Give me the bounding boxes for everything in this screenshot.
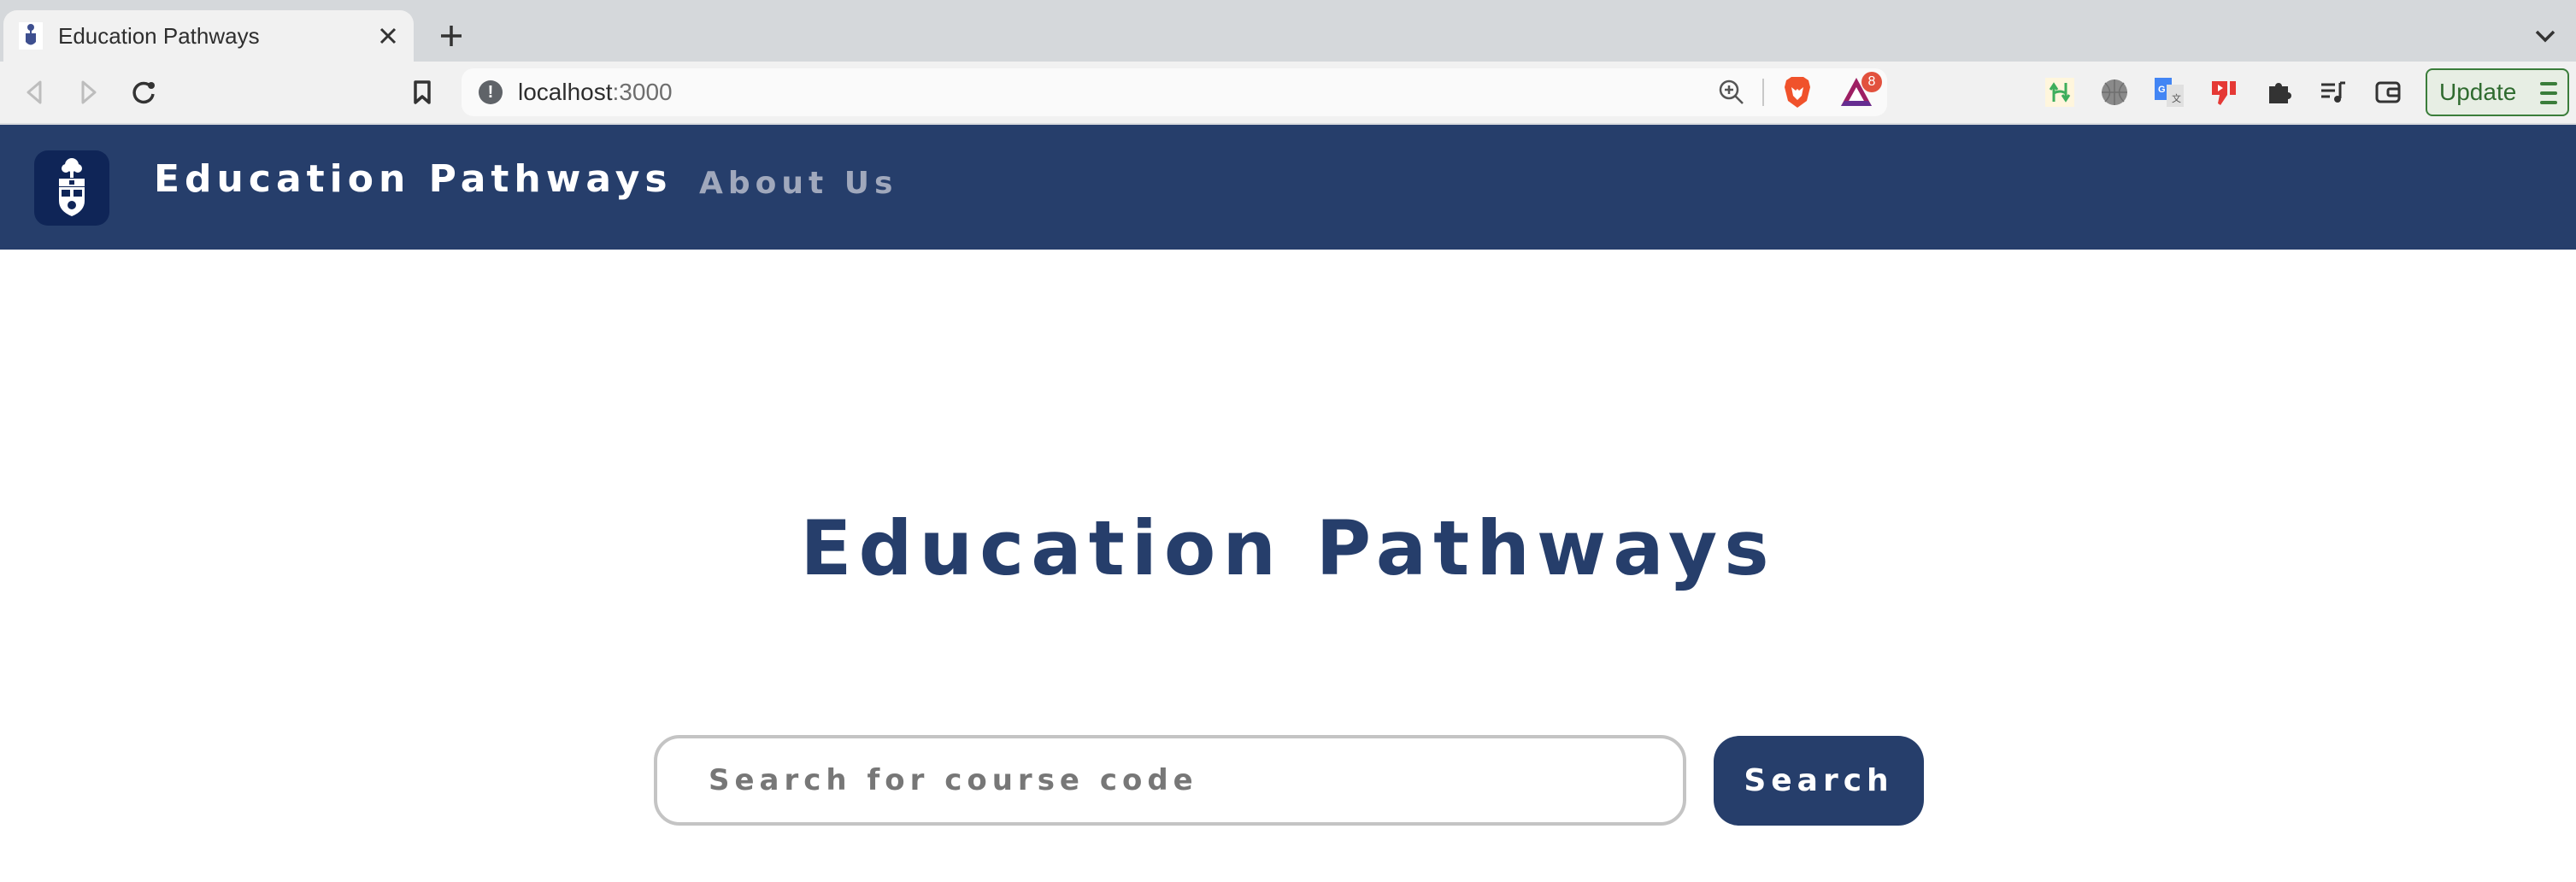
new-tab-button[interactable] [434,19,468,53]
reading-list-icon [2321,81,2345,103]
rewards-badge: 8 [1861,72,1882,92]
university-crest-icon [59,158,85,216]
brave-lion-icon[interactable] [1781,75,1814,109]
university-crest-icon [19,22,43,50]
forward-arrow-icon [81,80,97,104]
reading-list-button[interactable] [2316,75,2350,109]
basketball-grey-icon [2102,79,2127,105]
chevron-down-icon [2535,30,2555,43]
browser-toolbar: ! localhost:3000 8 G文 [0,62,2576,125]
brave-rewards-icon[interactable]: 8 [1839,72,1882,109]
extension-translate[interactable]: G文 [2152,75,2186,109]
red-dislike-icon [2212,81,2236,105]
search-button[interactable]: Search [1714,736,1924,826]
tab-title: Education Pathways [58,22,260,49]
zoom-in-icon[interactable] [1718,79,1745,106]
wallet-button[interactable] [2371,75,2405,109]
back-arrow-icon [26,80,42,104]
tampermonkey-like-green-icon [2045,78,2074,107]
extension-dislike[interactable] [2207,75,2241,109]
extensions-menu-button[interactable] [2261,75,2296,109]
back-button[interactable] [17,75,51,109]
browser-tab-strip: Education Pathways [0,0,2576,62]
not-secure-info-icon[interactable]: ! [479,80,503,104]
nav-link-about-us[interactable]: About Us [699,166,897,201]
home-logo-link[interactable] [34,150,109,226]
wallet-icon [2375,81,2401,103]
svg-text:G: G [2158,85,2166,95]
reload-button[interactable] [126,75,161,109]
tab-search-button[interactable] [2528,19,2562,53]
url-divider [1762,79,1764,106]
browser-tab-active[interactable]: Education Pathways [3,10,414,62]
app-navbar: Education Pathways About Us [0,125,2576,250]
navbar-title[interactable]: Education Pathways [154,157,673,201]
close-icon[interactable] [374,22,402,50]
extension-green-arrows[interactable] [2043,75,2077,109]
url-host: localhost [518,79,613,105]
forward-button[interactable] [72,75,106,109]
google-translate-icon: G文 [2155,78,2184,107]
page-title: Education Pathways [800,504,1776,592]
url-text[interactable]: localhost:3000 [518,79,673,106]
update-label: Update [2439,79,2517,105]
address-bar[interactable]: ! localhost:3000 8 [462,68,1887,116]
url-port: :3000 [612,79,673,105]
svg-text:文: 文 [2172,92,2181,104]
plus-icon [441,26,462,46]
puzzle-extensions-icon [2269,83,2291,103]
hamburger-menu-icon [2540,82,2557,104]
update-button[interactable]: Update [2426,68,2569,116]
course-search-input[interactable] [654,735,1686,826]
extension-basketball[interactable] [2097,75,2132,109]
bookmark-button[interactable] [405,75,439,109]
bookmark-icon [414,80,431,104]
reload-icon [132,81,155,104]
